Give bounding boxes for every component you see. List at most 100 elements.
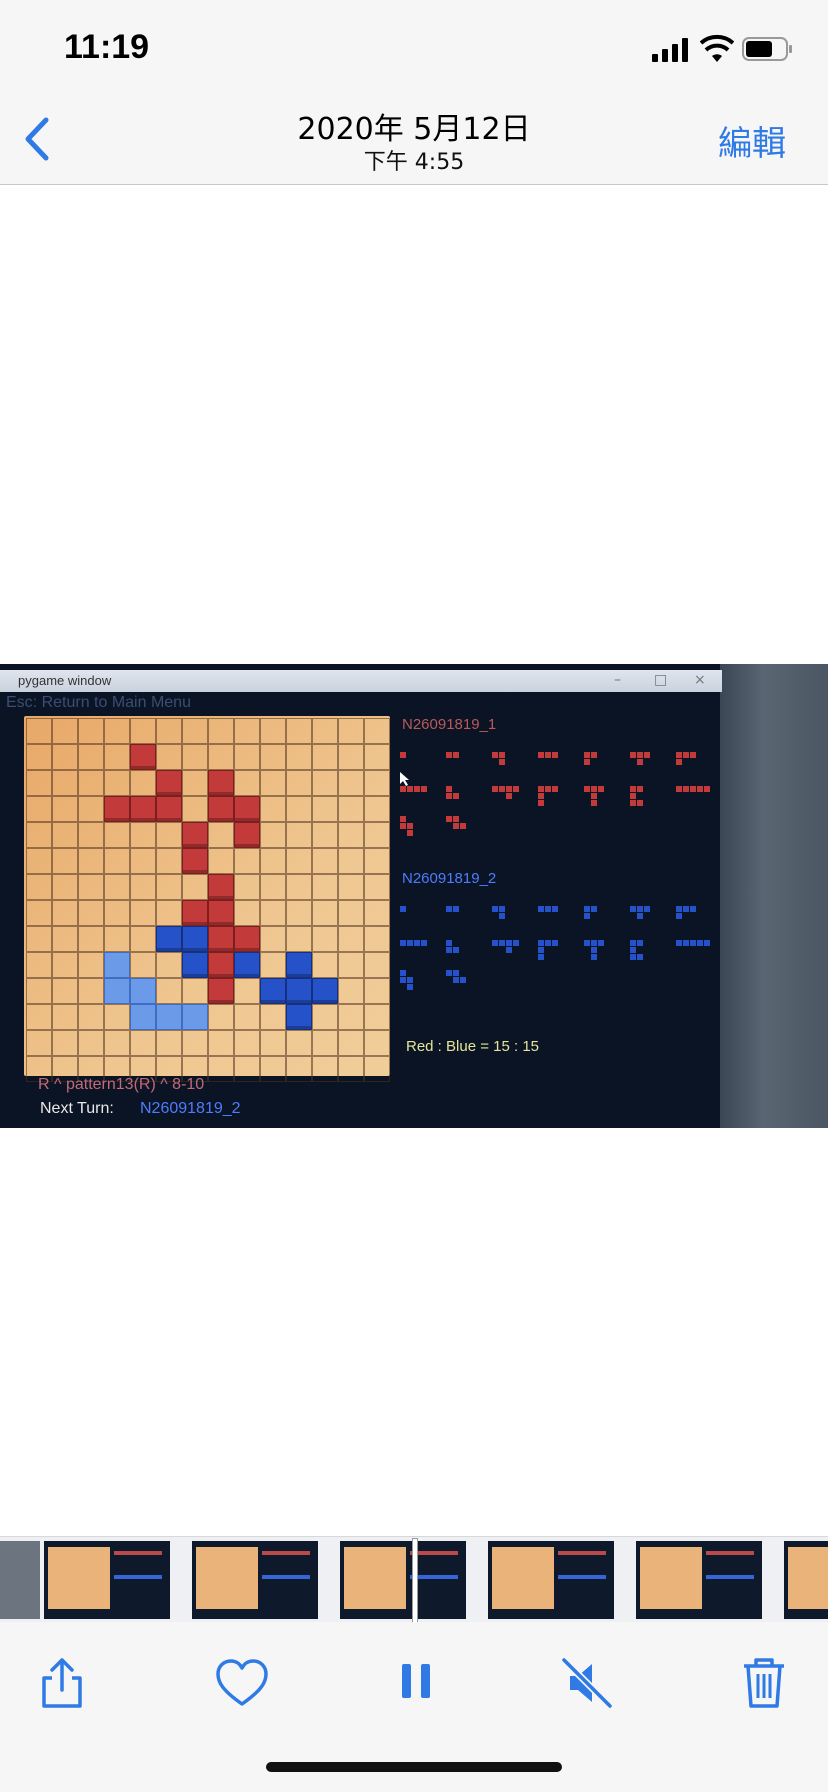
filmstrip-thumbnail[interactable]	[488, 1541, 614, 1619]
board-cell	[260, 718, 286, 744]
filmstrip-thumbnail[interactable]	[192, 1541, 318, 1619]
palette-block	[552, 940, 558, 946]
board-cell	[208, 1004, 234, 1030]
board-cell	[182, 900, 208, 926]
board-cell	[208, 1056, 234, 1082]
board-cell	[78, 718, 104, 744]
board-cell	[208, 874, 234, 900]
palette-block	[407, 940, 413, 946]
palette-block	[591, 940, 597, 946]
status-time: 11:19	[64, 28, 150, 66]
filmstrip-thumbnail[interactable]	[340, 1541, 466, 1619]
palette-block	[630, 906, 636, 912]
board-cell	[260, 1030, 286, 1056]
board-cell	[208, 900, 234, 926]
board-cell	[156, 926, 182, 952]
photo-time: 下午 4:55	[363, 150, 465, 175]
palette-block	[499, 906, 505, 912]
palette-block	[506, 793, 512, 799]
palette-block	[453, 823, 459, 829]
palette-block	[446, 970, 452, 976]
board-cell	[338, 926, 364, 952]
pause-icon[interactable]	[386, 1652, 446, 1712]
board-cell	[78, 900, 104, 926]
board-cell	[156, 1004, 182, 1030]
palette-block	[492, 940, 498, 946]
board-cell	[364, 718, 390, 744]
filmstrip-scrubber[interactable]	[412, 1538, 418, 1624]
next-turn-label: Next Turn:	[40, 1100, 114, 1117]
board-cell	[338, 978, 364, 1004]
board-cell	[78, 926, 104, 952]
board-cell	[338, 1004, 364, 1030]
palette-block	[630, 954, 636, 960]
player1-label: N26091819_1	[402, 716, 497, 733]
board-cell	[364, 848, 390, 874]
palette-block	[676, 906, 682, 912]
filmstrip-thumbnail[interactable]	[636, 1541, 762, 1619]
board-cell	[156, 1030, 182, 1056]
board-cell	[208, 1030, 234, 1056]
close-icon: ×	[694, 672, 706, 688]
palette-block	[446, 940, 452, 946]
board-cell	[234, 770, 260, 796]
board-cell	[130, 1004, 156, 1030]
board-cell	[104, 952, 130, 978]
board-cell	[338, 874, 364, 900]
board-cell	[104, 796, 130, 822]
mute-icon[interactable]	[556, 1652, 616, 1712]
palette-block	[407, 977, 413, 983]
board-cell	[130, 900, 156, 926]
board-cell	[182, 718, 208, 744]
palette-block	[538, 954, 544, 960]
board-cell	[312, 796, 338, 822]
filmstrip-thumbnail[interactable]	[784, 1541, 828, 1619]
palette-block	[644, 752, 650, 758]
palette-block	[690, 940, 696, 946]
palette-block	[676, 752, 682, 758]
battery-icon	[742, 37, 792, 61]
board-cell	[26, 952, 52, 978]
board-cell	[26, 770, 52, 796]
palette-block	[421, 786, 427, 792]
palette-block	[499, 752, 505, 758]
board-cell	[312, 1030, 338, 1056]
filmstrip-thumbnail[interactable]	[0, 1541, 40, 1619]
board-cell	[260, 952, 286, 978]
palette-block	[697, 786, 703, 792]
board-cell	[26, 1030, 52, 1056]
board-cell	[26, 1004, 52, 1030]
filmstrip-thumbnail[interactable]	[44, 1541, 170, 1619]
palette-block	[690, 906, 696, 912]
board-cell	[286, 926, 312, 952]
palette-block	[513, 786, 519, 792]
share-icon[interactable]	[32, 1652, 92, 1712]
trash-icon[interactable]	[734, 1652, 794, 1712]
palette-block	[499, 940, 505, 946]
palette-block	[637, 954, 643, 960]
palette-block	[446, 786, 452, 792]
heart-icon[interactable]	[212, 1652, 272, 1712]
board-cell	[338, 900, 364, 926]
board-cell	[78, 978, 104, 1004]
edit-button[interactable]: 編輯	[718, 116, 786, 165]
board-cell	[338, 822, 364, 848]
board-cell	[78, 770, 104, 796]
board-cell	[260, 848, 286, 874]
board-cell	[208, 848, 234, 874]
palette-block	[538, 800, 544, 806]
board-cell	[182, 978, 208, 1004]
board-cell	[338, 1056, 364, 1082]
board-cell	[52, 1030, 78, 1056]
board-cell	[338, 796, 364, 822]
palette-block	[637, 940, 643, 946]
board-cell	[78, 1030, 104, 1056]
board-cell	[26, 874, 52, 900]
palette-block	[637, 759, 643, 765]
score-text: Red : Blue = 15 : 15	[406, 1038, 540, 1055]
palette-block	[591, 752, 597, 758]
board-cell	[208, 952, 234, 978]
game-board	[24, 716, 390, 1082]
board-cell	[52, 978, 78, 1004]
palette-block	[598, 940, 604, 946]
